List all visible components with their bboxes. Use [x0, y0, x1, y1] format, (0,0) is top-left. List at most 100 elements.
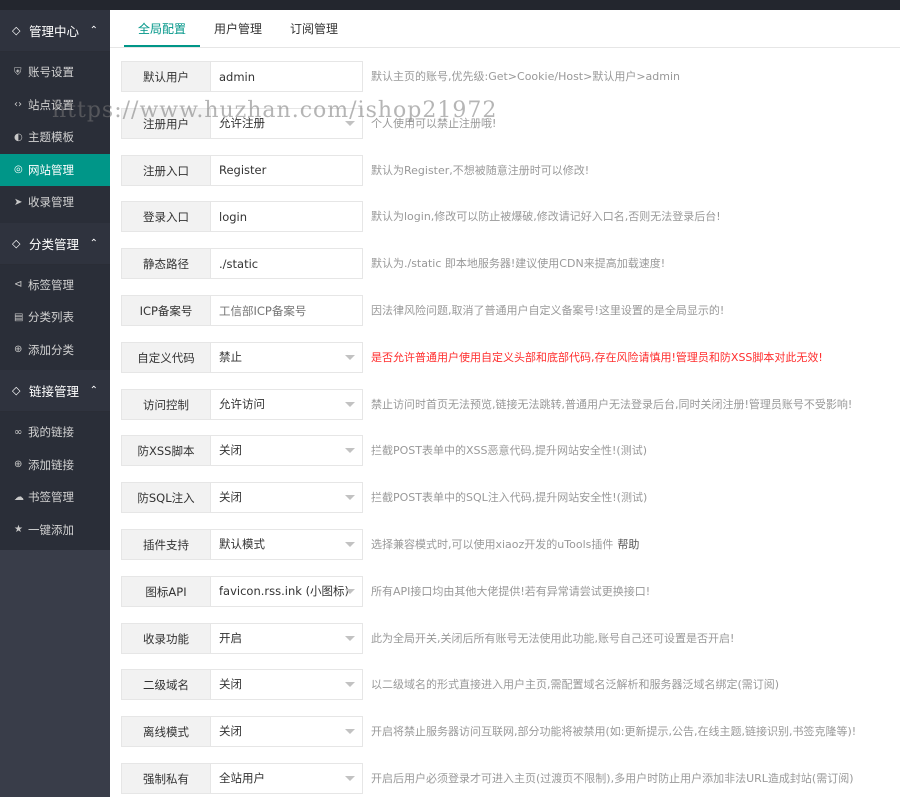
- hint-text: 选择兼容模式时,可以使用xiaoz开发的uTools插件: [371, 538, 614, 551]
- select-dropdown[interactable]: 默认模式: [210, 529, 363, 560]
- sidebar-item[interactable]: ⊲ 标签管理: [0, 269, 110, 302]
- main-content: 全局配置用户管理订阅管理 默认用户 默认主页的账号,优先级:Get>Cookie/…: [110, 10, 900, 797]
- field-hint: 开启将禁止服务器访问互联网,部分功能将被禁用(如:更新提示,公告,在线主题,链接…: [371, 716, 856, 747]
- sidebar-item-label: 一键添加: [28, 522, 74, 537]
- select-dropdown[interactable]: 关闭: [210, 669, 363, 701]
- tab[interactable]: 订阅管理: [276, 9, 352, 47]
- sidebar-item[interactable]: ➤ 收录管理: [0, 186, 110, 219]
- sidebar-item-label: 我的链接: [28, 425, 74, 440]
- form-row: 二级域名 关闭 以二级域名的形式直接进入用户主页,需配置域名泛解析和服务器泛域名绑定…: [121, 669, 891, 701]
- sidebar-item-label: 添加链接: [28, 457, 74, 472]
- select-value: 开启: [219, 630, 242, 645]
- hint-text: 默认为Register,不想被随意注册时可以修改!: [371, 163, 590, 177]
- select-value: favicon.rss.ink (小图标): [219, 583, 350, 598]
- field-label: 收录功能: [121, 622, 211, 654]
- select-dropdown[interactable]: 允许注册: [210, 107, 363, 139]
- star-icon: ★: [14, 524, 23, 536]
- form-row: 离线模式 关闭 开启将禁止服务器访问互联网,部分功能将被禁用(如:更新提示,公告,在…: [121, 716, 891, 748]
- form-row: 静态路径 默认为./static 即本地服务器!建议使用CDN来提高加载速度!: [121, 248, 891, 280]
- text-input[interactable]: [210, 154, 363, 186]
- sidebar-group-1[interactable]: ◇ 分类管理 ⌃: [0, 222, 110, 265]
- caret-down-icon: [345, 448, 355, 454]
- hint-text: 默认为login,修改可以防止被爆破,修改请记好入口名,否则无法登录后台!: [371, 210, 721, 224]
- text-input[interactable]: [210, 201, 363, 233]
- sidebar-group-0[interactable]: ◇ 管理中心 ⌃: [0, 10, 110, 52]
- file-icon: ▤: [14, 311, 24, 323]
- form-row: 注册入口 默认为Register,不想被随意注册时可以修改!: [121, 154, 891, 186]
- caret-down-icon: [345, 401, 355, 407]
- field-hint: 拦截POST表单中的XSS恶意代码,提升网站安全性!(测试): [371, 435, 647, 466]
- sidebar-item-label: 添加分类: [28, 342, 74, 357]
- select-value: 允许注册: [219, 115, 265, 130]
- field-hint: 默认为Register,不想被随意注册时可以修改!: [371, 155, 589, 186]
- sidebar-item[interactable]: ∞ 我的链接: [0, 416, 110, 449]
- sidebar-group-2[interactable]: ◇ 链接管理 ⌃: [0, 370, 110, 412]
- field-label: 防SQL注入: [121, 482, 211, 514]
- sidebar-item[interactable]: ★ 一键添加: [0, 514, 110, 547]
- chevron-up-icon: ⌃: [89, 385, 98, 396]
- text-input[interactable]: [210, 295, 363, 326]
- sidebar-item[interactable]: ⊕ 添加分类: [0, 334, 110, 367]
- help-link[interactable]: 帮助: [617, 538, 639, 551]
- form-row: 登录入口 默认为login,修改可以防止被爆破,修改请记好入口名,否则无法登录后台…: [121, 201, 891, 233]
- field-label: 二级域名: [121, 669, 211, 701]
- field-label: 图标API: [121, 575, 211, 607]
- field-label: 防XSS脚本: [121, 435, 211, 467]
- sidebar-item-label: 网站管理: [28, 162, 74, 177]
- sidebar-item-label: 账号设置: [28, 65, 74, 80]
- select-dropdown[interactable]: 禁止: [210, 341, 363, 373]
- code-icon: ‹›: [14, 99, 22, 111]
- sidebar-item[interactable]: ⊕ 添加链接: [0, 449, 110, 482]
- sidebar-item[interactable]: ▤ 分类列表: [0, 301, 110, 334]
- caret-down-icon: [345, 682, 355, 688]
- hint-text: 拦截POST表单中的XSS恶意代码,提升网站安全性!(测试): [371, 444, 647, 458]
- caret-down-icon: [345, 542, 355, 547]
- text-input[interactable]: [210, 248, 363, 280]
- sidebar-item-label: 分类列表: [28, 310, 74, 325]
- tag-icon: ◇: [12, 24, 21, 37]
- select-dropdown[interactable]: 关闭: [210, 716, 363, 748]
- add-circle-icon: ⊕: [14, 344, 23, 356]
- sidebar-group-items: ∞ 我的链接 ⊕ 添加链接 ☁ 书签管理 ★ 一键添加: [0, 412, 110, 550]
- sidebar-item[interactable]: ◎ 网站管理: [0, 153, 110, 186]
- select-value: 允许访问: [219, 396, 265, 411]
- sidebar-item[interactable]: ‹› 站点设置: [0, 89, 110, 122]
- field-label: 默认用户: [121, 61, 211, 92]
- hint-text: 所有API接口均由其他大佬提供!若有异常请尝试更换接口!: [371, 584, 651, 598]
- form-row: 收录功能 开启 此为全局开关,关闭后所有账号无法使用此功能,账号自己还可设置是否开启…: [121, 622, 891, 654]
- field-hint: 因法律风险问题,取消了普通用户自定义备案号!这里设置的是全局显示的!: [371, 295, 724, 326]
- select-dropdown[interactable]: favicon.rss.ink (小图标): [210, 575, 363, 607]
- sidebar-item[interactable]: ☁ 书签管理: [0, 481, 110, 514]
- field-hint: 选择兼容模式时,可以使用xiaoz开发的uTools插件 帮助: [371, 529, 639, 560]
- sidebar-item[interactable]: ◐ 主题模板: [0, 121, 110, 154]
- tab[interactable]: 用户管理: [200, 9, 276, 47]
- select-dropdown[interactable]: 允许访问: [210, 388, 363, 420]
- text-input[interactable]: [210, 61, 363, 92]
- select-dropdown[interactable]: 关闭: [210, 435, 363, 467]
- sidebar-item-label: 书签管理: [28, 490, 74, 505]
- sidebar-group-title: 链接管理: [29, 384, 80, 399]
- field-label: 登录入口: [121, 201, 211, 233]
- sidebar-group-title: 管理中心: [29, 24, 80, 39]
- select-value: 默认模式: [219, 537, 265, 551]
- select-dropdown[interactable]: 全站用户: [210, 763, 363, 794]
- select-dropdown[interactable]: 关闭: [210, 482, 363, 514]
- select-dropdown[interactable]: 开启: [210, 622, 363, 654]
- sidebar-item[interactable]: ⛨ 账号设置: [0, 56, 110, 89]
- form-row: 防XSS脚本 关闭 拦截POST表单中的XSS恶意代码,提升网站安全性!(测试): [121, 435, 891, 467]
- hint-text: 拦截POST表单中的SQL注入代码,提升网站安全性!(测试): [371, 491, 648, 505]
- caret-down-icon: [345, 729, 355, 735]
- sidebar-item-label: 收录管理: [28, 195, 74, 210]
- caret-down-icon: [345, 354, 355, 360]
- hint-text: 是否允许普通用户使用自定义头部和底部代码,存在风险请慎用!管理员和防XSS脚本对…: [371, 350, 823, 364]
- form-row: 访问控制 允许访问 禁止访问时首页无法预览,链接无法跳转,普通用户无法登录后台,同时…: [121, 388, 891, 420]
- share-icon: ⊲: [14, 279, 23, 291]
- link-icon: ∞: [14, 426, 23, 438]
- chevron-up-icon: ⌃: [89, 25, 98, 36]
- palette-icon: ◐: [14, 131, 23, 143]
- sidebar-group-items: ⊲ 标签管理 ▤ 分类列表 ⊕ 添加分类: [0, 264, 110, 370]
- field-label: 离线模式: [121, 716, 211, 748]
- tab[interactable]: 全局配置: [124, 9, 201, 47]
- hint-text: 因法律风险问题,取消了普通用户自定义备案号!这里设置的是全局显示的!: [371, 304, 725, 317]
- field-label: 强制私有: [121, 763, 211, 794]
